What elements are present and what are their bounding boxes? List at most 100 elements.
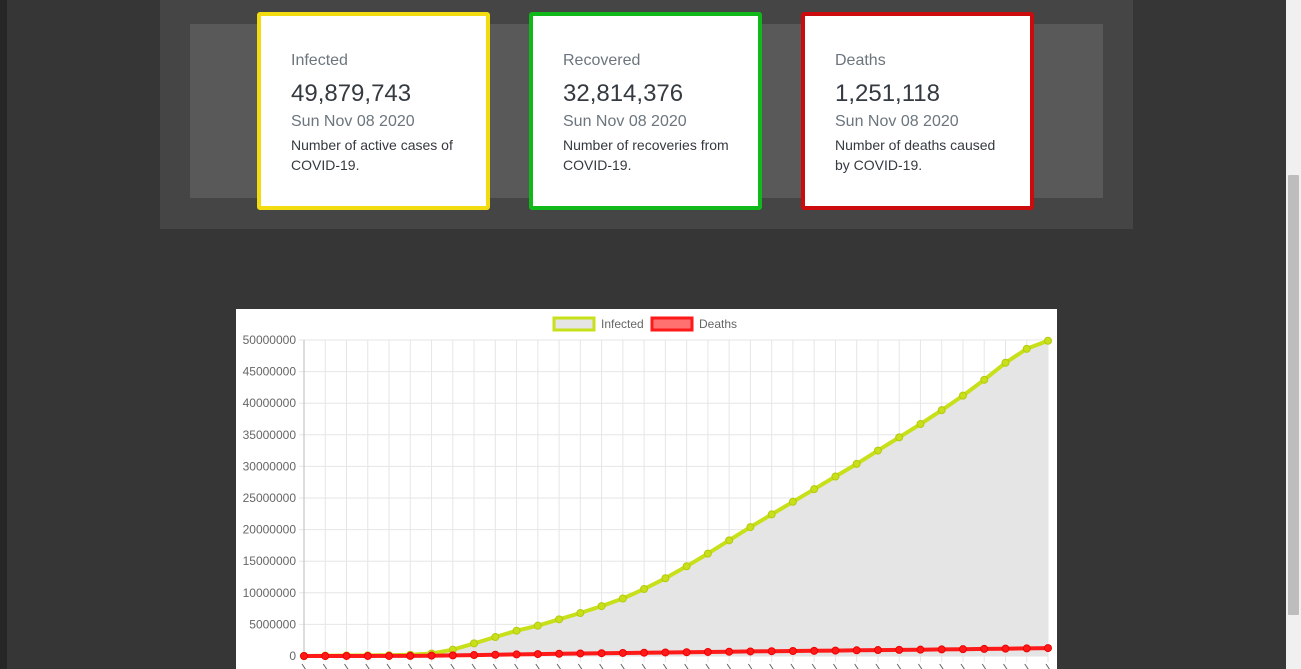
deaths-count: 1,251,118 (835, 80, 940, 107)
y-tick-label: 15000000 (243, 554, 297, 568)
vertical-scrollbar[interactable] (1286, 0, 1301, 669)
infected-point (895, 433, 904, 442)
recovered-date: Sun Nov 08 2020 (563, 113, 687, 130)
x-tick (1024, 663, 1029, 669)
infected-point (576, 609, 585, 618)
deaths-point (321, 651, 330, 660)
deaths-point (470, 651, 479, 660)
infected-point (703, 549, 712, 558)
x-tick (662, 663, 668, 669)
deaths-point (810, 646, 819, 655)
infected-point (831, 472, 840, 481)
x-tick (407, 663, 413, 669)
deaths-point (385, 651, 394, 660)
x-tick (556, 663, 562, 669)
infected-point (980, 375, 989, 384)
infected-point (958, 391, 967, 400)
y-tick-label: 35000000 (243, 428, 297, 442)
infected-point (746, 523, 755, 532)
y-tick-label: 50000000 (243, 333, 297, 347)
infected-card: Infected 49,879,743 Sun Nov 08 2020 Numb… (257, 12, 490, 210)
x-tick (641, 663, 647, 669)
deaths-point (937, 645, 946, 654)
x-tick (492, 663, 498, 669)
recovered-label: Recovered (563, 52, 641, 69)
infected-date: Sun Nov 08 2020 (291, 113, 415, 130)
infected-point (767, 510, 776, 519)
infected-point (1001, 358, 1010, 367)
left-edge (0, 0, 7, 669)
deaths-point (916, 645, 925, 654)
infected-point (873, 446, 882, 455)
infected-point (618, 594, 627, 603)
y-tick-label: 30000000 (243, 459, 297, 473)
infected-point (682, 562, 691, 571)
x-tick (535, 663, 540, 669)
x-tick (854, 663, 859, 669)
deaths-date: Sun Nov 08 2020 (835, 113, 959, 130)
deaths-card: Deaths 1,251,118 Sun Nov 08 2020 Number … (801, 12, 1034, 210)
deaths-point (300, 652, 308, 660)
x-tick (620, 663, 625, 669)
deaths-point (512, 650, 521, 659)
deaths-point (767, 647, 776, 656)
deaths-description: Number of deaths caused by COVID-19. (835, 137, 996, 173)
x-tick (918, 663, 923, 669)
covid-chart: 0 5000000 10000000 15000000 20000000 25000000… (236, 309, 1057, 669)
x-tick (1045, 663, 1050, 669)
x-tick (896, 663, 902, 669)
infected-point (470, 639, 479, 648)
deaths-point (533, 650, 542, 659)
infected-point (1044, 336, 1052, 345)
x-tick (471, 663, 476, 669)
x-tick (981, 663, 987, 669)
deaths-point (788, 647, 797, 656)
infected-point (810, 485, 819, 494)
x-tick (811, 663, 817, 669)
x-tick (705, 663, 710, 669)
deaths-point (576, 649, 585, 658)
x-tick (344, 663, 349, 669)
infected-point (533, 621, 542, 630)
x-tick (301, 663, 306, 669)
infected-label: Infected (291, 52, 348, 69)
infected-point (1022, 344, 1031, 353)
deaths-point (597, 649, 606, 658)
y-tick-label: 0 (289, 649, 296, 663)
deaths-point (640, 648, 649, 657)
x-tick (450, 663, 455, 669)
chart-svg: 0 5000000 10000000 15000000 20000000 25000000… (243, 316, 1052, 669)
deaths-legend-label: Deaths (699, 317, 737, 331)
deaths-point (852, 646, 861, 655)
y-tick-label: 10000000 (243, 586, 297, 600)
x-tick (599, 663, 604, 669)
infected-description: Number of active cases of COVID-19. (291, 137, 453, 173)
x-tick (429, 663, 434, 669)
deaths-point (363, 651, 372, 660)
infected-count: 49,879,743 (291, 80, 412, 107)
x-tick (684, 663, 689, 669)
infected-point (937, 406, 946, 415)
deaths-point (1022, 644, 1031, 653)
x-tick (365, 663, 370, 669)
deaths-point (682, 648, 691, 657)
infected-point (512, 626, 521, 635)
y-tick-label: 5000000 (249, 617, 296, 631)
deaths-point (831, 646, 840, 655)
scrollbar-thumb[interactable] (1288, 175, 1299, 615)
infected-legend-label: Infected (601, 317, 644, 331)
x-tick (514, 663, 519, 669)
deaths-point (555, 649, 564, 658)
y-tick-label: 20000000 (243, 523, 297, 537)
deaths-point (958, 645, 967, 654)
deaths-point (618, 648, 627, 657)
deaths-legend-swatch (650, 316, 694, 332)
infected-point (640, 585, 649, 594)
infected-point (788, 497, 797, 506)
x-tick (960, 663, 965, 669)
x-tick (726, 663, 732, 669)
x-tick (939, 663, 944, 669)
infected-point (661, 574, 670, 583)
x-tick (322, 663, 328, 669)
infected-point (916, 420, 925, 429)
